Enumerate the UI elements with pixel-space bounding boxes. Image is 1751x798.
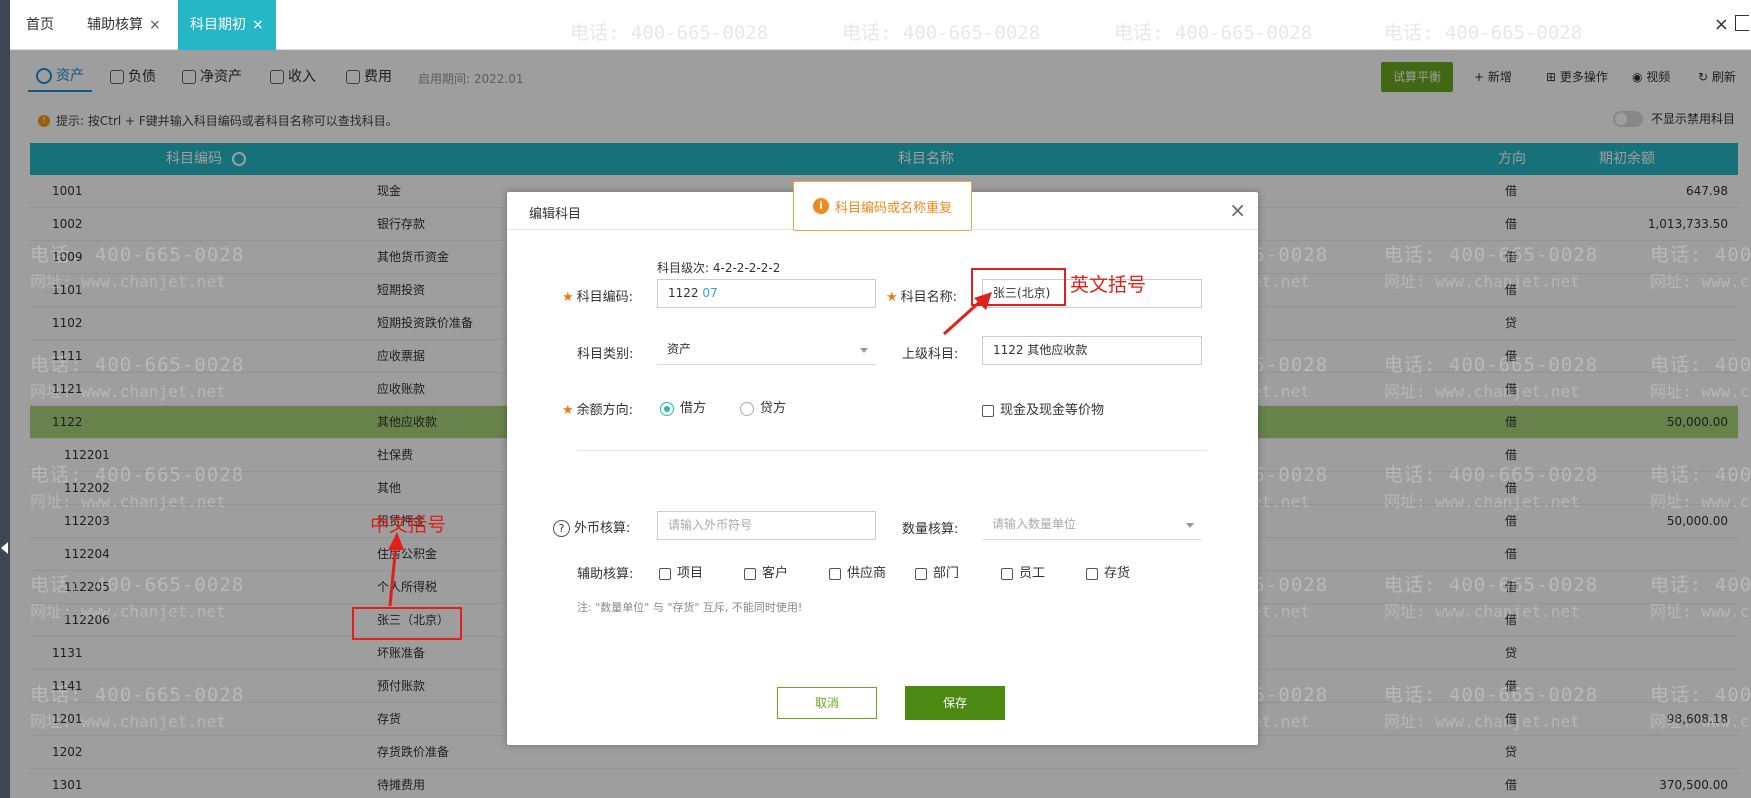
- required-star-icon: ★: [562, 290, 574, 305]
- checkbox-label: 部门: [933, 566, 960, 581]
- tab-auxiliary[interactable]: 辅助核算 ×: [75, 0, 173, 50]
- direction-label: ★ 余额方向:: [562, 399, 633, 418]
- watermark: 电话: 400-665-0028: [842, 22, 1041, 44]
- chevron-down-icon: [860, 348, 868, 353]
- window-close-icon[interactable]: ×: [1714, 14, 1729, 35]
- aux-item-inventory[interactable]: 存货: [1086, 562, 1130, 581]
- annotation-arrow-icon: [942, 292, 992, 336]
- duplicate-warning-toast: i 科目编码或名称重复: [793, 181, 972, 231]
- currency-input[interactable]: 请输入外币符号: [657, 511, 876, 540]
- checkbox-icon[interactable]: [1001, 567, 1013, 580]
- aux-item-project[interactable]: 项目: [659, 562, 703, 581]
- tab-label: 首页: [26, 17, 54, 33]
- level-value: 4-2-2-2-2-2: [712, 261, 781, 275]
- aux-item-employee[interactable]: 员工: [1001, 562, 1045, 581]
- help-icon[interactable]: ?: [553, 520, 570, 537]
- watermark: 电话: 400-665-0028: [1114, 22, 1313, 44]
- tab-opening-balance[interactable]: 科目期初 ×: [178, 0, 276, 50]
- checkbox-icon[interactable]: [829, 567, 841, 580]
- code-label: ★ 科目编码:: [562, 286, 633, 305]
- account-code-input[interactable]: 1122 07: [657, 279, 876, 308]
- checkbox-label: 供应商: [847, 566, 887, 581]
- save-button[interactable]: 保存: [905, 686, 1005, 720]
- checkbox-icon[interactable]: [744, 567, 756, 580]
- tab-label: 科目期初: [190, 17, 246, 33]
- watermark: 电话: 400-665-0028: [570, 22, 769, 44]
- annotation-arrow-icon: [388, 532, 404, 607]
- direction-label-text: 余额方向:: [576, 403, 634, 418]
- required-star-icon: ★: [886, 290, 898, 305]
- parent-account-input: 1122 其他应收款: [982, 336, 1202, 365]
- aux-label: 辅助核算:: [577, 567, 634, 582]
- quantity-label: 数量核算:: [902, 522, 959, 537]
- checkbox-label: 项目: [677, 566, 704, 581]
- watermark: 电话: 400-665-0028: [1384, 22, 1583, 44]
- radio-label: 贷方: [760, 401, 787, 416]
- parent-value: 1122 其他应收款: [993, 343, 1088, 357]
- annotation-box-chinese: [352, 607, 462, 640]
- category-label: 科目类别:: [577, 347, 634, 362]
- maximize-icon[interactable]: [1735, 15, 1749, 31]
- info-icon: i: [812, 198, 829, 214]
- parent-label: 上级科目:: [902, 347, 959, 362]
- required-star-icon: ★: [562, 403, 574, 418]
- note: 注: "数量单位" 与 "存货" 互斥, 不能同时使用!: [577, 601, 803, 614]
- category-select[interactable]: 资产: [657, 336, 876, 365]
- dialog-title: 编辑科目: [529, 207, 582, 222]
- radio-credit[interactable]: 贷方: [740, 397, 786, 416]
- currency-label: ? 外币核算:: [553, 517, 630, 537]
- annotation-english-paren: 英文括号: [1070, 274, 1147, 296]
- radio-debit[interactable]: 借方: [660, 397, 706, 416]
- level-hint: 科目级次: 4-2-2-2-2-2: [657, 259, 780, 276]
- aux-item-department[interactable]: 部门: [915, 562, 959, 581]
- chevron-down-icon: [1186, 523, 1194, 528]
- quantity-select[interactable]: 请输入数量单位: [982, 511, 1202, 540]
- category-value: 资产: [667, 342, 692, 356]
- code-prefix: 1122: [668, 286, 699, 300]
- close-icon[interactable]: ×: [1229, 198, 1246, 222]
- code-suffix: 07: [702, 286, 718, 300]
- toast-text: 科目编码或名称重复: [834, 200, 952, 216]
- close-icon[interactable]: ×: [149, 17, 161, 33]
- radio-unchecked-icon[interactable]: [740, 401, 754, 416]
- divider: [577, 450, 1207, 451]
- checkbox-label: 客户: [762, 566, 789, 581]
- cash-equivalent-checkbox[interactable]: 现金及现金等价物: [982, 399, 1104, 418]
- checkbox-label: 存货: [1104, 566, 1131, 581]
- close-icon[interactable]: ×: [252, 17, 264, 33]
- left-rail: [0, 0, 10, 798]
- radio-label: 借方: [680, 401, 707, 416]
- quantity-placeholder: 请输入数量单位: [992, 517, 1077, 531]
- currency-placeholder: 请输入外币符号: [668, 518, 753, 532]
- tab-label: 辅助核算: [87, 17, 143, 33]
- checkbox-icon[interactable]: [915, 567, 927, 580]
- collapse-arrow-icon[interactable]: [1, 542, 8, 554]
- checkbox-label: 现金及现金等价物: [1000, 403, 1105, 418]
- checkbox-icon[interactable]: [1086, 567, 1098, 580]
- aux-item-supplier[interactable]: 供应商: [829, 562, 886, 581]
- checkbox-icon[interactable]: [982, 404, 994, 417]
- cancel-button[interactable]: 取消: [777, 687, 877, 719]
- checkbox-label: 员工: [1019, 566, 1046, 581]
- radio-checked-icon[interactable]: [660, 401, 674, 416]
- code-label-text: 科目编码:: [576, 290, 634, 305]
- currency-label-text: 外币核算:: [574, 521, 631, 536]
- checkbox-icon[interactable]: [659, 567, 671, 580]
- aux-item-customer[interactable]: 客户: [744, 562, 788, 581]
- tab-home[interactable]: 首页: [14, 0, 66, 50]
- level-label: 科目级次:: [657, 261, 710, 275]
